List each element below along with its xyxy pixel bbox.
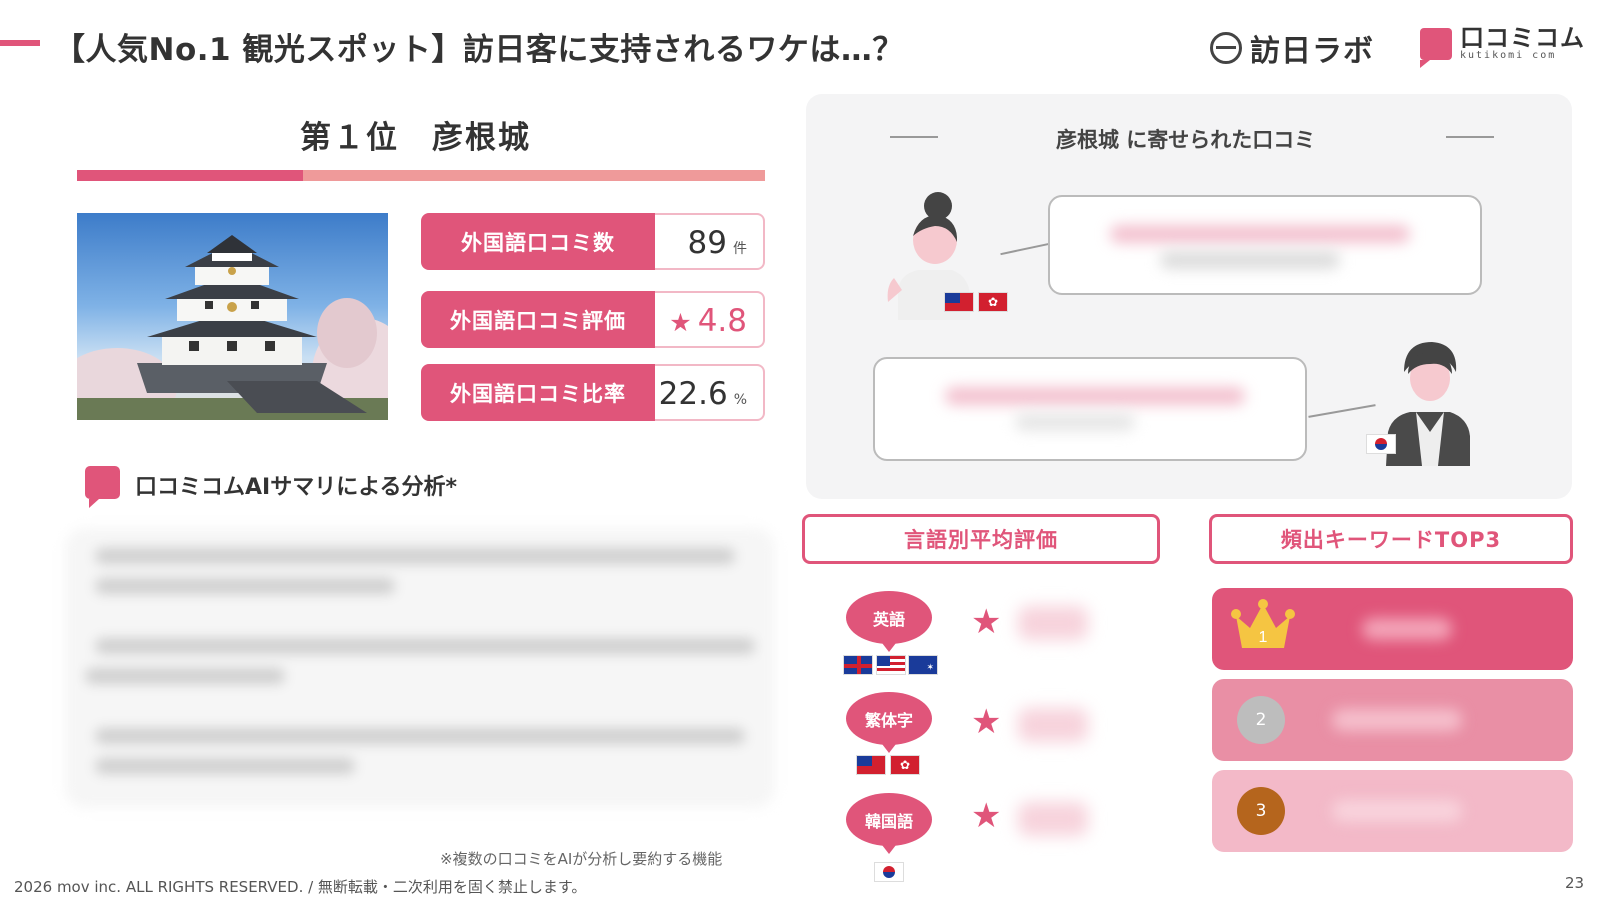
stat-review-count-value: 89 [687, 225, 727, 261]
rating-star-icon-korean: ★ [971, 796, 1002, 836]
flag-korea-icon [874, 862, 904, 882]
houniti-labo-mark-icon [1210, 32, 1242, 64]
stat-review-rating: 外国語口コミ評価 ★ 4.8 [421, 291, 765, 348]
language-bubble-korean: 韓国語 [846, 793, 932, 854]
review-bubble-2 [873, 357, 1307, 461]
kutikomi-logo-text: 口コミコム [1460, 24, 1585, 52]
star-icon: ★ [669, 308, 692, 337]
hikone-castle-photo [77, 213, 388, 420]
flag-us-icon [876, 655, 906, 675]
flag-hongkong-icon: ✿ [890, 755, 920, 775]
keyword-card-1: 1 [1212, 588, 1573, 670]
stat-review-ratio-value-box: 22.6 % [655, 364, 765, 421]
keyword-card-3: 3 [1212, 770, 1573, 852]
rating-blurred-traditional-chinese [1018, 708, 1088, 742]
keyword-card-2: 2 [1212, 679, 1573, 761]
flag-korea-icon [1366, 434, 1396, 454]
stat-review-ratio-label: 外国語口コミ比率 [421, 364, 655, 421]
reviews-title: 彦根城 に寄せられた口コミ [1056, 128, 1316, 152]
stat-review-ratio-value: 22.6 [658, 376, 728, 412]
stat-review-rating-value: 4.8 [697, 303, 747, 339]
houniti-labo-logo-text: 訪日ラボ [1250, 34, 1374, 69]
stat-review-ratio: 外国語口コミ比率 22.6 % [421, 364, 765, 421]
review-bubble-1 [1048, 195, 1482, 295]
stat-review-count-value-box: 89 件 [655, 213, 765, 270]
keyword-blurred-2 [1332, 709, 1462, 731]
stat-review-count-label: 外国語口コミ数 [421, 213, 655, 270]
rank-divider-bar [77, 170, 765, 181]
language-bubble-traditional-chinese: 繁体字 [846, 692, 932, 753]
kutikomi-bubble-icon [1420, 27, 1452, 68]
keyword-rank-3: 3 [1237, 787, 1285, 835]
flag-taiwan-icon [944, 292, 974, 312]
rating-star-icon-traditional-chinese: ★ [971, 702, 1002, 742]
crown-icon: 1 [1231, 599, 1295, 648]
rating-blurred-korean [1018, 802, 1088, 836]
castle-illustration [77, 235, 388, 420]
keywords-header: 頻出キーワードTOP3 [1209, 514, 1573, 564]
rating-star-icon-english: ★ [971, 602, 1002, 642]
stat-review-rating-value-box: ★ 4.8 [655, 291, 765, 348]
flag-australia-icon: ✶ [908, 655, 938, 675]
houniti-labo-logo: 訪日ラボ [1210, 26, 1374, 70]
ai-summary-bubble-icon [85, 466, 120, 508]
stat-review-count-unit: 件 [733, 241, 747, 257]
page-number: 23 [1565, 874, 1585, 892]
ai-summary-blurred-text [65, 528, 775, 808]
ai-summary-footnote: ※複数の口コミをAIが分析し要約する機能 [440, 850, 723, 868]
flag-hongkong-icon: ✿ [978, 292, 1008, 312]
keyword-rank-1: 1 [1259, 629, 1268, 646]
rating-blurred-english [1018, 606, 1088, 640]
keyword-rank-2: 2 [1237, 696, 1285, 744]
reviews-title-dash-left [890, 136, 938, 138]
header-accent-bar [0, 40, 40, 46]
flag-uk-icon [843, 655, 873, 675]
rank-title: 第１位 彦根城 [300, 120, 531, 156]
reviews-title-dash-right [1446, 136, 1494, 138]
flag-taiwan-icon [856, 755, 886, 775]
copyright-text: 2026 mov inc. ALL RIGHTS RESERVED. / 無断転… [14, 878, 587, 896]
keyword-blurred-3 [1332, 800, 1462, 822]
page-title: 【人気No.1 観光スポット】訪日客に支持されるワケは…？ [54, 32, 904, 68]
language-bubble-english: 英語 [846, 591, 932, 652]
kutikomi-logo: 口コミコム kutikomi com [1420, 24, 1585, 68]
stat-review-count: 外国語口コミ数 89 件 [421, 213, 765, 270]
ai-summary-title: 口コミコムAIサマリによる分析* [135, 475, 458, 500]
stat-review-rating-label: 外国語口コミ評価 [421, 291, 655, 348]
language-rating-header: 言語別平均評価 [802, 514, 1160, 564]
keyword-blurred-1 [1362, 618, 1452, 640]
stat-review-ratio-unit: % [733, 392, 747, 408]
